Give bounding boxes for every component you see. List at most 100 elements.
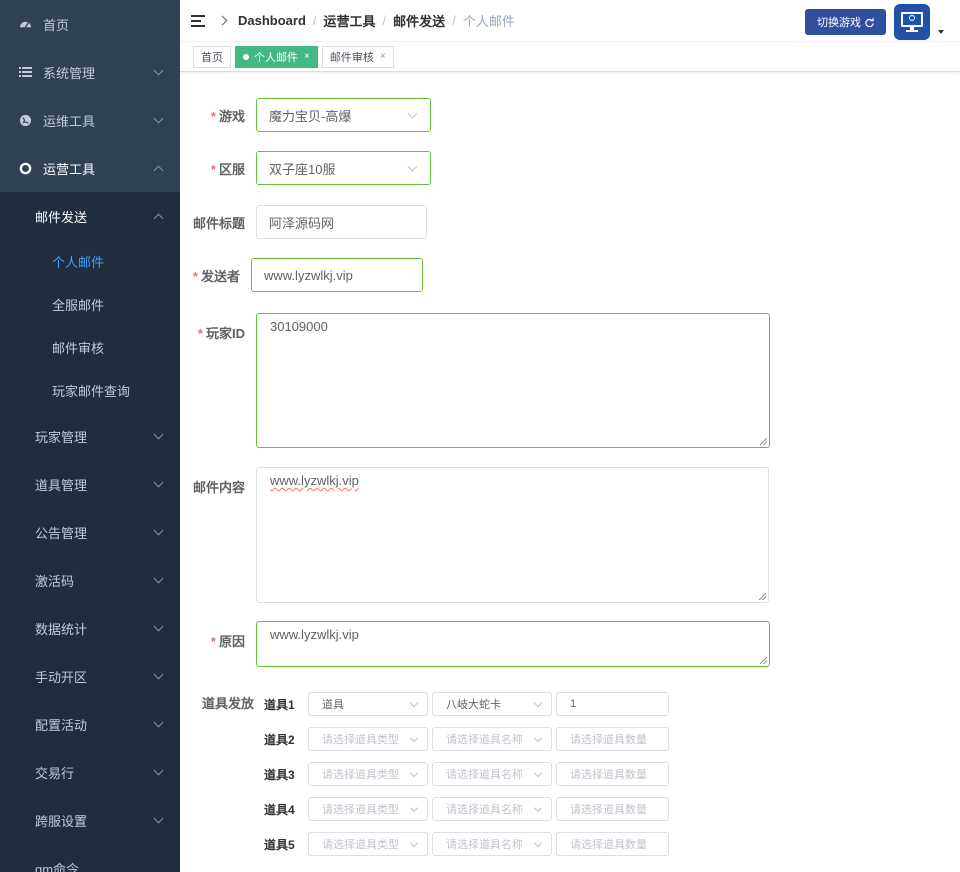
sidebar-item-notice-manage[interactable]: 公告管理: [0, 508, 180, 556]
sidebar-item-gm-command[interactable]: gm命令: [0, 844, 180, 872]
reason-textarea[interactable]: www.lyzwlkj.vip: [256, 621, 770, 667]
sidebar-item-statistics[interactable]: 数据统计: [0, 604, 180, 652]
sidebar-item-operation-tools[interactable]: 运营工具: [0, 144, 180, 192]
dot-icon: [243, 53, 249, 60]
switch-game-button[interactable]: 切换游戏: [805, 9, 886, 35]
chevron-down-icon: [153, 113, 164, 124]
sidebar-item-player-mail-query[interactable]: 玩家邮件查询: [0, 369, 180, 412]
sidebar-item-mail-review[interactable]: 邮件审核: [0, 326, 180, 369]
chevron-down-icon: [533, 733, 543, 743]
sidebar-item-player-manage[interactable]: 玩家管理: [0, 412, 180, 460]
mail-title-input[interactable]: 阿泽源码网: [256, 205, 427, 239]
resize-handle[interactable]: [759, 593, 766, 600]
prop-type-select[interactable]: 请选择道具类型: [308, 832, 428, 856]
sidebar-item-label: 运营工具: [43, 161, 96, 177]
sidebar-item-all-server-mail[interactable]: 全服邮件: [0, 283, 180, 326]
prop-row-3: 道具3 请选择道具类型 请选择道具名称 请选择道具数量: [264, 762, 669, 786]
sidebar-item-manual-open-server[interactable]: 手动开区: [0, 652, 180, 700]
chevron-down-icon: [407, 108, 418, 119]
sidebar-item-cross-server[interactable]: 跨服设置: [0, 796, 180, 844]
mail-content-textarea[interactable]: www.lyzwlkj.vip: [256, 467, 769, 603]
chevron-down-icon: [153, 717, 164, 728]
monitor-icon: [901, 12, 923, 32]
sidebar-item-label: 首页: [43, 17, 70, 33]
tag-personal-mail[interactable]: 个人邮件 ×: [235, 45, 318, 68]
sidebar-item-personal-mail[interactable]: 个人邮件: [0, 240, 180, 283]
sidebar-item-label: 道具管理: [35, 477, 88, 493]
sidebar-item-label: 公告管理: [35, 525, 88, 541]
sidebar-item-label: 手动开区: [35, 669, 88, 685]
prop-type-select[interactable]: 请选择道具类型: [308, 797, 428, 821]
sidebar-item-label: 邮件发送: [35, 209, 88, 225]
prop-count-input[interactable]: 请选择道具数量: [556, 797, 669, 821]
chevron-down-icon: [533, 838, 543, 848]
globe-icon: [18, 113, 32, 127]
sidebar-item-system[interactable]: 系统管理: [0, 48, 180, 96]
chevron-down-icon: [409, 698, 419, 708]
prop-name-select[interactable]: 请选择道具名称: [432, 797, 552, 821]
chevron-down-icon: [533, 768, 543, 778]
server-select[interactable]: 双子座10服: [256, 151, 431, 185]
tag-mail-review[interactable]: 邮件审核 ×: [321, 45, 394, 68]
prop-name-select[interactable]: 请选择道具名称: [432, 832, 552, 856]
hamburger-icon[interactable]: [191, 14, 205, 27]
main-content: Dashboard / 运营工具 / 邮件发送 / 个人邮件 切换游戏 首页 个…: [180, 0, 960, 872]
sender-input[interactable]: www.lyzwlkj.vip: [251, 258, 423, 292]
prop-count-input[interactable]: 请选择道具数量: [556, 727, 669, 751]
breadcrumb-operation-tools[interactable]: 运营工具: [324, 11, 376, 30]
breadcrumb-dashboard[interactable]: Dashboard: [238, 13, 306, 28]
prop-type-select[interactable]: 道具: [308, 692, 428, 716]
chevron-down-icon: [153, 525, 164, 536]
form-row-sender: * 发送者 www.lyzwlkj.vip: [180, 258, 423, 292]
chevron-up-icon: [153, 165, 164, 176]
game-select[interactable]: 魔力宝贝-高爆: [256, 98, 431, 132]
operation-tools-submenu: 邮件发送 个人邮件 全服邮件 邮件审核 玩家邮件查询 玩家管理 道具管理 公告管…: [0, 192, 180, 872]
sidebar: 首页 系统管理 运维工具 运营工具 邮件发送 个人邮件 全服邮件 邮件审核 玩家…: [0, 0, 180, 872]
sidebar-item-trading[interactable]: 交易行: [0, 748, 180, 796]
form-row-server: * 区服 双子座10服: [180, 151, 431, 185]
sidebar-item-label: 跨服设置: [35, 813, 88, 829]
sidebar-item-label: gm命令: [35, 861, 80, 872]
sidebar-item-home[interactable]: 首页: [0, 0, 180, 48]
resize-handle[interactable]: [760, 657, 767, 664]
chevron-down-icon: [409, 733, 419, 743]
prop-type-select[interactable]: 请选择道具类型: [308, 762, 428, 786]
sidebar-item-mail-send[interactable]: 邮件发送: [0, 192, 180, 240]
chevron-down-icon: [153, 621, 164, 632]
mail-send-submenu: 个人邮件 全服邮件 邮件审核 玩家邮件查询: [0, 240, 180, 412]
prop-row-2: 道具2 请选择道具类型 请选择道具名称 请选择道具数量: [264, 727, 669, 751]
prop-name-select[interactable]: 八岐大蛇卡: [432, 692, 552, 716]
prop-count-input[interactable]: 请选择道具数量: [556, 762, 669, 786]
sidebar-item-item-manage[interactable]: 道具管理: [0, 460, 180, 508]
prop-row-4: 道具4 请选择道具类型 请选择道具名称 请选择道具数量: [264, 797, 669, 821]
close-icon[interactable]: ×: [380, 51, 386, 62]
props-label-row: 道具发放: [201, 696, 254, 711]
sidebar-item-config-activity[interactable]: 配置活动: [0, 700, 180, 748]
prop-name-select[interactable]: 请选择道具名称: [432, 727, 552, 751]
prop-count-input[interactable]: 请选择道具数量: [556, 832, 669, 856]
chevron-down-icon: [409, 838, 419, 848]
avatar[interactable]: [894, 4, 930, 40]
prop-row-1: 道具1 道具 八岐大蛇卡 1: [264, 692, 669, 716]
caret-down-icon[interactable]: [938, 30, 944, 34]
chevron-down-icon: [153, 65, 164, 76]
navbar: Dashboard / 运营工具 / 邮件发送 / 个人邮件 切换游戏: [180, 0, 960, 42]
close-icon[interactable]: ×: [304, 51, 310, 62]
sidebar-item-label: 运维工具: [43, 113, 96, 129]
chevron-down-icon: [153, 573, 164, 584]
tag-home[interactable]: 首页: [193, 45, 231, 68]
prop-name-select[interactable]: 请选择道具名称: [432, 762, 552, 786]
chevron-down-icon: [153, 669, 164, 680]
sidebar-item-activation-code[interactable]: 激活码: [0, 556, 180, 604]
form-row-title: 邮件标题 阿泽源码网: [180, 205, 427, 239]
sidebar-item-label: 数据统计: [35, 621, 88, 637]
prop-count-input[interactable]: 1: [556, 692, 669, 716]
chevron-down-icon: [533, 698, 543, 708]
resize-handle[interactable]: [760, 438, 767, 445]
dashboard-icon: [18, 17, 32, 31]
player-id-textarea[interactable]: 30109000: [256, 313, 770, 448]
sidebar-item-ops-tools[interactable]: 运维工具: [0, 96, 180, 144]
prop-type-select[interactable]: 请选择道具类型: [308, 727, 428, 751]
breadcrumb-mail-send[interactable]: 邮件发送: [393, 11, 445, 30]
chevron-down-icon: [533, 803, 543, 813]
